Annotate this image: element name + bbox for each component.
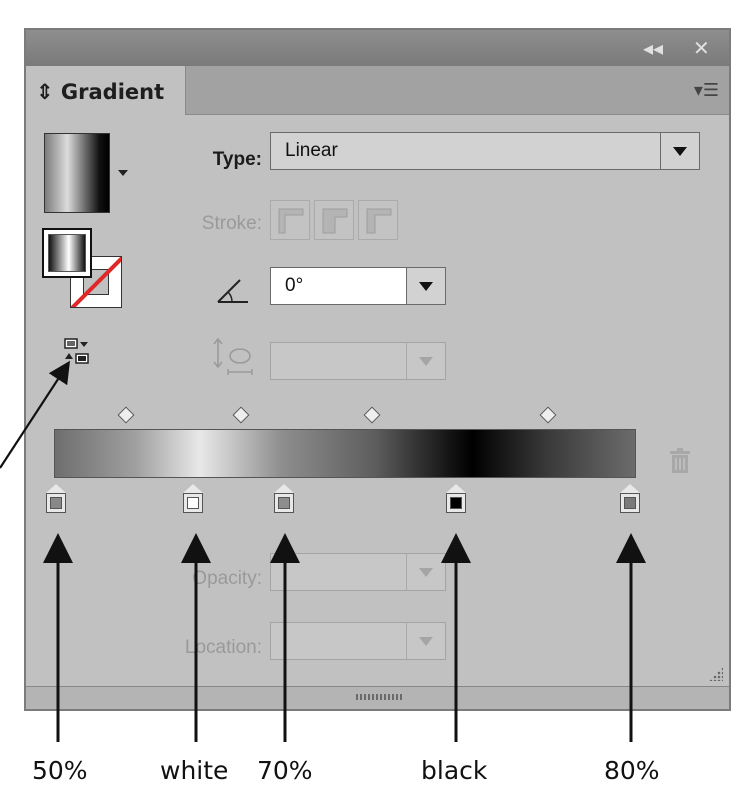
color-stop[interactable] — [274, 484, 294, 514]
panel-menu-icon[interactable]: ▾☰ — [694, 80, 719, 101]
color-stop[interactable] — [183, 484, 203, 514]
drag-handle-icon[interactable] — [356, 694, 402, 700]
swatch-dropdown-icon[interactable] — [118, 170, 128, 176]
stroke-across-icon — [366, 208, 392, 234]
opacity-field[interactable] — [270, 553, 446, 591]
opacity-dropdown-arrow-icon[interactable] — [406, 554, 445, 590]
midpoint-diamond[interactable] — [539, 406, 557, 424]
color-stop[interactable] — [620, 484, 640, 514]
location-dropdown-arrow-icon[interactable] — [406, 623, 445, 659]
trash-icon[interactable] — [669, 447, 691, 475]
stroke-within-button[interactable] — [270, 200, 310, 240]
annotation-label-80: 80% — [604, 756, 660, 785]
color-stop[interactable] — [46, 484, 66, 514]
close-icon[interactable]: ✕ — [693, 36, 710, 60]
stroke-across-button[interactable] — [358, 200, 398, 240]
updown-arrows-icon: ⇕ — [36, 80, 54, 104]
location-label: Location: — [184, 637, 262, 658]
collapse-icon[interactable]: ◂◂ — [643, 36, 663, 60]
aspect-ratio-icon — [213, 337, 253, 375]
midpoint-diamond[interactable] — [232, 406, 250, 424]
tab-row: ⇕ Gradient ▾☰ — [26, 66, 729, 115]
angle-field[interactable]: 0° — [270, 267, 446, 305]
stroke-along-icon — [322, 208, 348, 234]
stroke-within-icon — [278, 208, 304, 234]
panel-footer — [26, 686, 729, 709]
angle-icon — [217, 279, 248, 303]
angle-value: 0° — [285, 275, 304, 296]
stroke-label: Stroke: — [201, 213, 262, 234]
gradient-panel: ◂◂ ✕ ⇕ Gradient ▾☰ Type: Linear Stroke: — [24, 28, 731, 711]
fill-box[interactable] — [42, 228, 92, 278]
type-dropdown-arrow-icon[interactable] — [660, 133, 699, 169]
panel-titlebar[interactable]: ◂◂ ✕ — [26, 30, 729, 67]
annotation-label-black: black — [421, 756, 488, 785]
annotation-label-50: 50% — [32, 756, 88, 785]
gradient-slider[interactable] — [54, 429, 636, 478]
color-stop[interactable] — [446, 484, 466, 514]
angle-dropdown-arrow-icon[interactable] — [406, 268, 445, 304]
midpoint-diamond[interactable] — [363, 406, 381, 424]
annotation-label-white: white — [160, 756, 229, 785]
type-label: Type: — [212, 149, 262, 170]
fill-gradient-preview — [48, 234, 86, 272]
type-dropdown[interactable]: Linear — [270, 132, 700, 170]
tab-gradient[interactable]: ⇕ Gradient — [26, 66, 186, 115]
stroke-along-button[interactable] — [314, 200, 354, 240]
annotation-label-70: 70% — [257, 756, 313, 785]
reverse-gradient-icon[interactable] — [62, 337, 92, 367]
tab-gradient-label: Gradient — [60, 80, 165, 104]
gradient-swatch[interactable] — [44, 133, 110, 213]
aspect-dropdown-arrow-icon[interactable] — [406, 343, 445, 379]
midpoint-diamond[interactable] — [117, 406, 135, 424]
type-value: Linear — [285, 140, 338, 161]
opacity-label: Opacity: — [192, 568, 262, 589]
location-field[interactable] — [270, 622, 446, 660]
aspect-ratio-field[interactable] — [270, 342, 446, 380]
resize-grip-icon[interactable] — [709, 667, 723, 681]
